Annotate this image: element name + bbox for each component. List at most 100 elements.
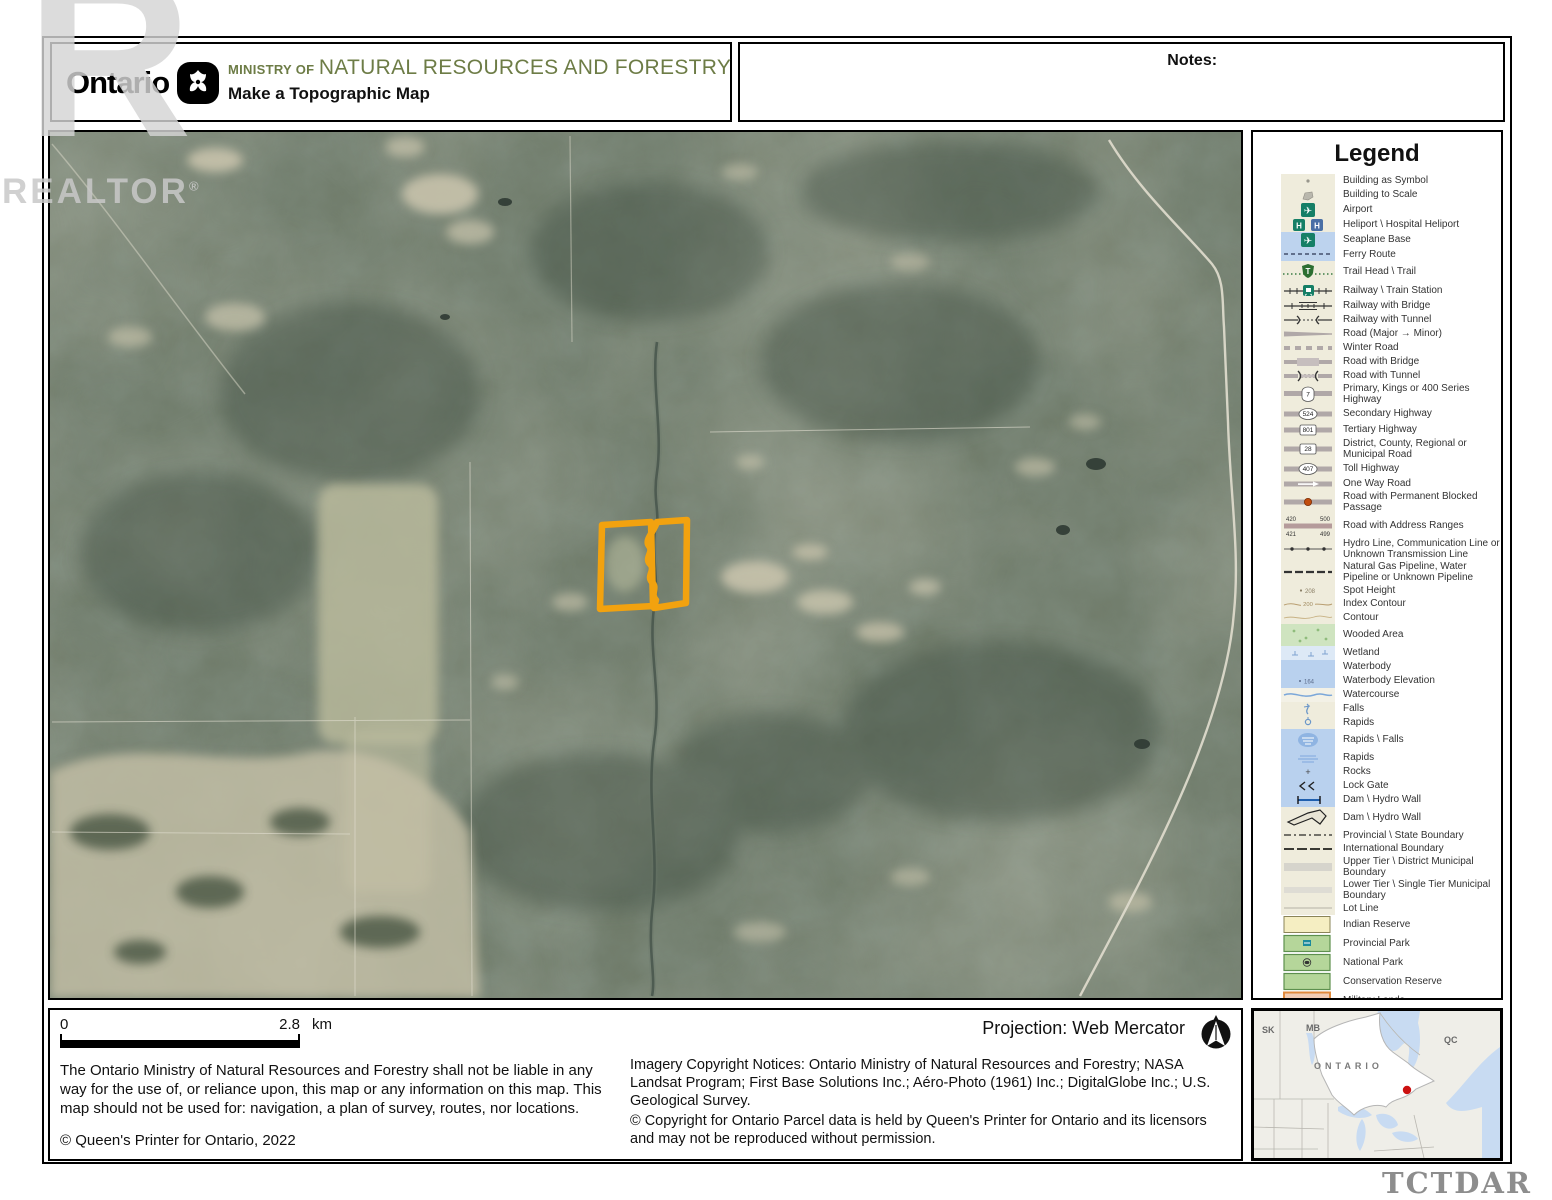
legend-item: Road with Bridge xyxy=(1281,355,1501,369)
legend-item-label: Road with Address Ranges xyxy=(1335,520,1464,532)
svg-text:801: 801 xyxy=(1303,427,1314,434)
legend-item-label: Indian Reserve xyxy=(1335,919,1410,931)
projection-label: Projection: Web Mercator xyxy=(630,1018,1185,1039)
inset-label-mb: MB xyxy=(1306,1023,1320,1033)
legend-item: Dam \ Hydro Wall xyxy=(1281,793,1501,807)
wooded-icon xyxy=(1281,624,1335,646)
legend-item: International Boundary xyxy=(1281,842,1501,856)
inset-label-sk: SK xyxy=(1262,1025,1275,1035)
legend-item-label: Waterbody xyxy=(1335,661,1391,673)
legend-item: Road (Major → Minor) xyxy=(1281,327,1501,341)
legend-item-label: Primary, Kings or 400 Series Highway xyxy=(1335,383,1501,406)
legend-item-label: Dam \ Hydro Wall xyxy=(1335,794,1421,806)
ontario-wordmark: Ontario xyxy=(66,65,169,101)
inset-locator-map[interactable]: SKMBONTARIOQC xyxy=(1251,1008,1503,1161)
legend-item-label: National Park xyxy=(1335,957,1403,969)
trail-icon: T xyxy=(1281,261,1335,283)
page-title: Make a Topographic Map xyxy=(228,84,731,104)
road-icon xyxy=(1281,327,1335,341)
ontario-logo: Ontario xyxy=(66,62,219,104)
legend-item-label: Upper Tier \ District Municipal Boundary xyxy=(1335,856,1501,879)
topographic-map[interactable] xyxy=(48,130,1243,1000)
imagery-copyright-text: Imagery Copyright Notices: Ontario Minis… xyxy=(630,1056,1230,1110)
disclaimer-text: The Ontario Ministry of Natural Resource… xyxy=(60,1062,615,1118)
legend-item-label: Railway with Tunnel xyxy=(1335,314,1431,326)
legend-item-label: Military Lands xyxy=(1335,995,1405,1000)
svg-text:164: 164 xyxy=(1304,680,1315,686)
dam-line-icon xyxy=(1281,793,1335,807)
legend-item: Provincial \ State Boundary xyxy=(1281,829,1501,843)
road-tunnel-icon xyxy=(1281,369,1335,383)
trillium-icon xyxy=(177,62,219,104)
hwy-toll-icon: 407 xyxy=(1281,461,1335,477)
legend-item: Indian Reserve xyxy=(1281,915,1501,934)
legend-item: Wetland xyxy=(1281,646,1501,660)
index-contour-icon: 200 xyxy=(1281,597,1335,611)
legend-item-label: Winter Road xyxy=(1335,342,1399,354)
legend-item: Conservation Reserve xyxy=(1281,972,1501,991)
svg-text:500: 500 xyxy=(1320,517,1331,523)
building-scale-icon xyxy=(1281,188,1335,202)
hwy-tertiary-icon: 801 xyxy=(1281,422,1335,438)
railway-bridge-icon xyxy=(1281,299,1335,313)
swatch-provincial-park-icon xyxy=(1281,934,1335,953)
legend-item: 208Spot Height xyxy=(1281,584,1501,598)
legend-item-label: Tertiary Highway xyxy=(1335,424,1417,436)
legend-item: Lot Line xyxy=(1281,902,1501,916)
queens-printer-copyright: © Queen's Printer for Ontario, 2022 xyxy=(60,1132,296,1149)
watercourse-icon xyxy=(1281,688,1335,702)
legend-item: TTrail Head \ Trail xyxy=(1281,261,1501,283)
parcel-copyright-text: © Copyright for Ontario Parcel data is h… xyxy=(630,1112,1230,1148)
legend-item: 420500421499Road with Address Ranges xyxy=(1281,514,1501,538)
legend-item: Waterbody xyxy=(1281,660,1501,674)
legend-item: 407Toll Highway xyxy=(1281,461,1501,477)
pipeline-icon xyxy=(1281,561,1335,584)
legend-item: Winter Road xyxy=(1281,341,1501,355)
intl-boundary-icon xyxy=(1281,842,1335,856)
legend-item-label: Waterbody Elevation xyxy=(1335,675,1435,687)
rapids-area-icon xyxy=(1281,751,1335,765)
header-branding: Ontario MINISTRY OF NATURAL RESOURCES AN… xyxy=(50,42,732,122)
legend-item: Dam \ Hydro Wall xyxy=(1281,807,1501,829)
legend-item: Rapids xyxy=(1281,716,1501,730)
hwy-municipal-icon: 28 xyxy=(1281,438,1335,461)
seaplane-icon: ✈ xyxy=(1281,232,1335,248)
legend-item: Railway with Bridge xyxy=(1281,299,1501,313)
legend-item-label: Lower Tier \ Single Tier Municipal Bound… xyxy=(1335,879,1501,902)
legend-item: Building to Scale xyxy=(1281,188,1501,202)
legend-item: Rapids \ Falls xyxy=(1281,729,1501,751)
legend-item-label: Provincial \ State Boundary xyxy=(1335,830,1464,842)
scale-unit: km xyxy=(312,1016,332,1033)
legend-item: 524Secondary Highway xyxy=(1281,406,1501,422)
legend-item: HHHeliport \ Hospital Heliport xyxy=(1281,218,1501,232)
falls-icon xyxy=(1281,702,1335,716)
legend-item: 28District, County, Regional or Municipa… xyxy=(1281,438,1501,461)
legend-item: Lock Gate xyxy=(1281,779,1501,793)
legend-item-label: Railway \ Train Station xyxy=(1335,285,1443,297)
legend-item-label: Rocks xyxy=(1335,766,1371,778)
ferry-icon xyxy=(1281,248,1335,262)
notes-label: Notes: xyxy=(1167,52,1217,70)
legend-item-label: Falls xyxy=(1335,703,1364,715)
legend-item-label: Seaplane Base xyxy=(1335,234,1411,246)
legend-item-label: Natural Gas Pipeline, Water Pipeline or … xyxy=(1335,561,1501,584)
legend-item-label: Rapids xyxy=(1335,717,1374,729)
hydro-line-icon xyxy=(1281,538,1335,561)
legend-item-label: Index Contour xyxy=(1335,598,1406,610)
waterbody-icon xyxy=(1281,660,1335,674)
dam-poly-icon xyxy=(1281,807,1335,829)
legend-item-label: Road (Major → Minor) xyxy=(1335,328,1442,340)
legend-item-label: Building to Scale xyxy=(1335,189,1418,201)
legend-item: Upper Tier \ District Municipal Boundary xyxy=(1281,856,1501,879)
legend-item: One Way Road xyxy=(1281,477,1501,491)
legend-item-label: Lot Line xyxy=(1335,903,1379,915)
legend-item-label: Heliport \ Hospital Heliport xyxy=(1335,219,1459,231)
legend-item-label: International Boundary xyxy=(1335,843,1444,855)
svg-text:524: 524 xyxy=(1303,411,1314,418)
svg-text:7: 7 xyxy=(1306,392,1310,399)
board-brand: TCTDAR xyxy=(1382,1166,1532,1200)
svg-text:H: H xyxy=(1314,221,1320,230)
hwy-primary-icon: 7 xyxy=(1281,383,1335,406)
inset-label-ontario: ONTARIO xyxy=(1314,1061,1383,1071)
legend-item-label: Wetland xyxy=(1335,647,1380,659)
